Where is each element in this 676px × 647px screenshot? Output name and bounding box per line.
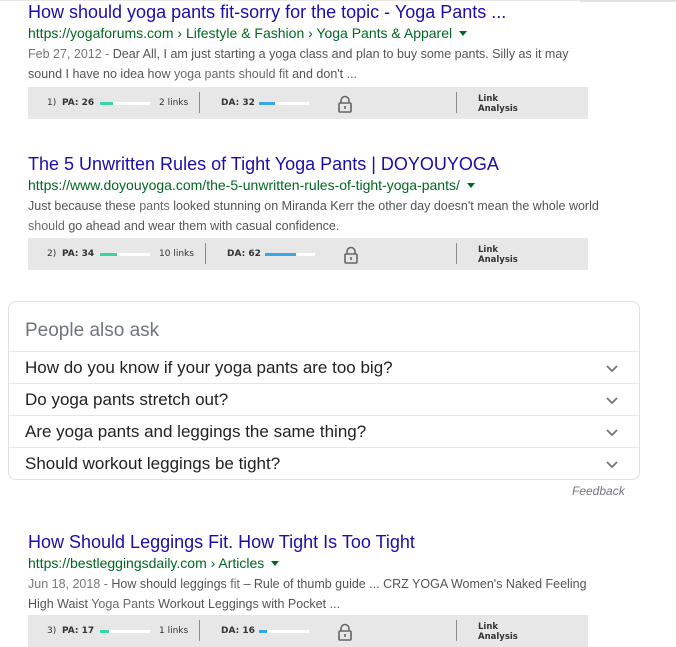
pa-bar — [100, 630, 150, 633]
pa-bar-fill — [100, 630, 109, 633]
snippet-highlight: fit — [230, 577, 240, 591]
lock-icon[interactable] — [337, 95, 353, 113]
result-url[interactable]: https://yogaforums.com › Lifestyle & Fas… — [28, 24, 628, 42]
result-snippet: Feb 27, 2012 - Dear All, I am just start… — [28, 44, 624, 84]
mozbar: 2) PA: 34 10 links DA: 62 Link Analysis — [28, 238, 588, 270]
snippet-text: How should — [111, 577, 181, 591]
snippet-highlight: pants — [139, 199, 170, 213]
result-url[interactable]: https://bestleggingsdaily.com › Articles — [28, 554, 628, 572]
snippet-highlight: should — [28, 219, 65, 233]
result-snippet: Jun 18, 2018 - How should leggings fit –… — [28, 574, 624, 614]
mozbar-divider — [456, 243, 457, 264]
snippet-date: Feb 27, 2012 - — [28, 47, 113, 61]
caret-down-icon[interactable] — [466, 183, 475, 188]
da-bar-fill — [265, 253, 296, 256]
da-bar-fill — [259, 102, 275, 105]
mozbar-links[interactable]: 10 links — [159, 249, 194, 259]
paa-question[interactable]: Do yoga pants stretch out? — [9, 383, 639, 416]
snippet-highlight: yoga pants should fit — [173, 67, 289, 81]
snippet-text: Dear All, I am just starting a yoga clas… — [112, 47, 569, 61]
people-also-ask: People also ask How do you know if your … — [8, 301, 640, 480]
paa-question[interactable]: Should workout leggings be tight? — [9, 447, 639, 480]
result-snippet: Just because these pants looked stunning… — [28, 196, 624, 236]
mozbar-pa: PA: 34 — [62, 249, 95, 259]
result-title-link[interactable]: How should yoga pants fit-sorry for the … — [28, 1, 628, 23]
snippet-text: – Rule of thumb guide ... CRZ YOGA Women… — [239, 577, 587, 591]
snippet-text: go ahead and wear them with casual confi… — [64, 219, 340, 233]
chevron-down-icon[interactable] — [605, 361, 619, 375]
pa-bar-fill — [100, 253, 117, 256]
chevron-down-icon[interactable] — [605, 425, 619, 439]
snippet-text: sound I have no idea how — [28, 67, 174, 81]
paa-question-text[interactable]: Should workout leggings be tight? — [25, 454, 280, 474]
paa-title: People also ask — [25, 320, 160, 341]
paa-question[interactable]: How do you know if your yoga pants are t… — [9, 351, 639, 384]
link-analysis-line[interactable]: Analysis — [478, 632, 518, 642]
chevron-down-icon[interactable] — [605, 457, 619, 471]
link-analysis-line[interactable]: Analysis — [478, 104, 518, 114]
mozbar-links[interactable]: 2 links — [159, 98, 188, 108]
mozbar-divider — [456, 92, 457, 113]
mozbar-divider — [199, 92, 200, 113]
snippet-date: Jun 18, 2018 - — [28, 577, 112, 591]
pa-bar — [100, 102, 150, 105]
snippet-text: looked stunning on Miranda Kerr the othe… — [169, 199, 599, 213]
link-analysis-link[interactable]: Link Analysis — [478, 94, 518, 114]
result-title-link[interactable]: The 5 Unwritten Rules of Tight Yoga Pant… — [28, 153, 628, 175]
snippet-text: leggings — [180, 577, 231, 591]
da-bar — [265, 253, 315, 256]
mozbar-divider — [205, 243, 206, 264]
search-result-3: How Should Leggings Fit. How Tight Is To… — [28, 531, 628, 647]
result-url[interactable]: https://www.doyouyoga.com/the-5-unwritte… — [28, 176, 628, 194]
paa-question-text[interactable]: Are yoga pants and leggings the same thi… — [25, 422, 366, 442]
snippet-text: High Waist — [28, 597, 92, 611]
link-analysis-line[interactable]: Link — [478, 622, 498, 632]
pa-bar — [100, 253, 150, 256]
link-analysis-line[interactable]: Analysis — [478, 255, 518, 265]
chevron-down-icon[interactable] — [605, 393, 619, 407]
mozbar-pa: PA: 26 — [62, 98, 95, 108]
search-result-1: How should yoga pants fit-sorry for the … — [28, 1, 628, 119]
feedback-link[interactable]: Feedback — [572, 484, 625, 498]
lock-icon[interactable] — [337, 623, 353, 641]
da-bar — [259, 102, 309, 105]
mozbar-da: DA: 32 — [221, 98, 255, 108]
snippet-text: Just because these — [28, 199, 140, 213]
da-bar-fill — [259, 630, 267, 633]
link-analysis-link[interactable]: Link Analysis — [478, 622, 518, 642]
snippet-text: and don't ... — [288, 67, 358, 81]
mozbar-da: DA: 62 — [227, 249, 261, 259]
caret-down-icon[interactable] — [271, 561, 280, 566]
caret-down-icon[interactable] — [459, 31, 468, 36]
mozbar-rank: 2) — [47, 249, 57, 259]
link-analysis-link[interactable]: Link Analysis — [478, 245, 518, 265]
da-bar — [259, 630, 309, 633]
mozbar: 1) PA: 26 2 links DA: 32 Link Analysis — [28, 87, 588, 119]
paa-question[interactable]: Are yoga pants and leggings the same thi… — [9, 415, 639, 448]
mozbar-rank: 1) — [47, 98, 57, 108]
link-analysis-line[interactable]: Link — [478, 245, 498, 255]
paa-question-text[interactable]: Do yoga pants stretch out? — [25, 390, 228, 410]
mozbar-rank: 3) — [47, 626, 57, 636]
result-url-text[interactable]: https://www.doyouyoga.com/the-5-unwritte… — [28, 177, 460, 193]
mozbar-da: DA: 16 — [221, 626, 255, 636]
result-url-text[interactable]: https://bestleggingsdaily.com › Articles — [28, 555, 264, 571]
mozbar-divider — [456, 620, 457, 641]
mozbar-pa: PA: 17 — [62, 626, 95, 636]
result-title-link[interactable]: How Should Leggings Fit. How Tight Is To… — [28, 531, 628, 553]
mozbar-links[interactable]: 1 links — [159, 626, 188, 636]
result-url-text[interactable]: https://yogaforums.com › Lifestyle & Fas… — [28, 25, 452, 41]
paa-question-text[interactable]: How do you know if your yoga pants are t… — [25, 358, 393, 378]
pa-bar-fill — [100, 102, 113, 105]
lock-icon[interactable] — [343, 246, 359, 264]
link-analysis-line[interactable]: Link — [478, 94, 498, 104]
mozbar-divider — [199, 620, 200, 641]
search-result-2: The 5 Unwritten Rules of Tight Yoga Pant… — [28, 153, 628, 270]
snippet-highlight: Yoga Pants — [91, 597, 155, 611]
snippet-text: Workout Leggings with Pocket ... — [154, 597, 340, 611]
mozbar: 3) PA: 17 1 links DA: 16 Link Analysis — [28, 615, 588, 647]
